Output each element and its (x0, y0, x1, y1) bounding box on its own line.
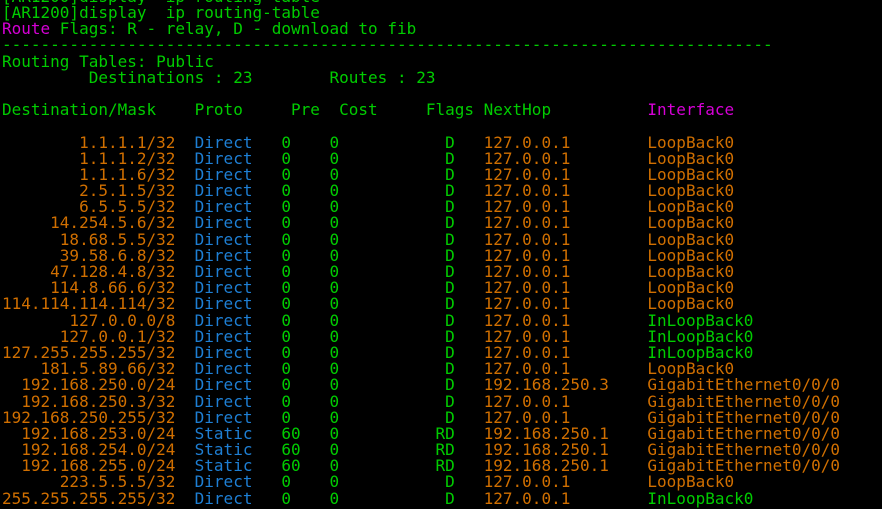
terminal-screen[interactable]: [AR1200]display ip routing-table[AR1200]… (0, 0, 882, 509)
table-header-line: Destination/Mask Proto Pre Cost Flags Ne… (2, 102, 882, 118)
route-row-segment: 127.0.0.1 (483, 488, 648, 508)
route-row: 255.255.255.255/32 Direct 0 0 D 127.0.0.… (2, 488, 882, 508)
table-header-line-segment: Destination/Mask Proto Pre Cost Flags Ne… (2, 100, 648, 120)
route-row-segment: 0 0 D (252, 488, 484, 508)
route-row-segment: InLoopBack0 (647, 488, 754, 508)
summary-line: Destinations : 23 Routes : 23 (2, 67, 882, 87)
route-row-segment: Direct (175, 488, 253, 508)
route-row-segment: 255.255.255.255/32 (2, 488, 176, 508)
summary-line-segment: Destinations : 23 Routes : 23 (2, 67, 436, 87)
table-header-line-segment: Interface (647, 100, 735, 120)
